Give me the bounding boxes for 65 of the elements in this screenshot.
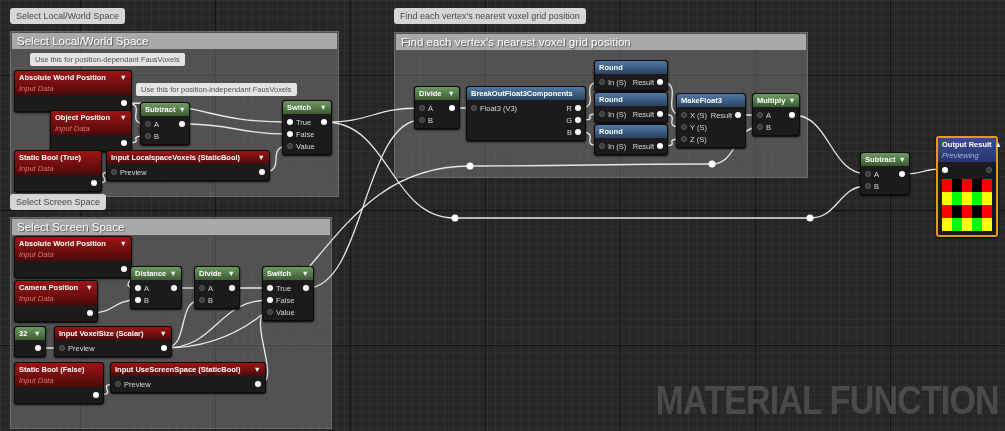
output-pin[interactable] [255,381,261,387]
output-pin[interactable] [121,100,127,106]
output-pin[interactable] [171,285,177,291]
input-pin[interactable] [199,297,205,303]
comment-bubble: Select Local/World Space [10,8,125,24]
input-pin[interactable] [419,117,425,123]
input-pin[interactable] [111,169,117,175]
output-pin[interactable] [303,285,309,291]
input-pin[interactable] [757,124,763,130]
reroute-node[interactable] [806,214,814,222]
input-pin[interactable] [599,143,605,149]
input-pin[interactable] [267,309,273,315]
output-pin[interactable] [91,180,97,186]
input-pin[interactable] [145,121,151,127]
output-pin[interactable] [575,117,581,123]
input-pin[interactable] [757,112,763,118]
output-pin[interactable] [121,140,127,146]
input-pin[interactable] [267,297,273,303]
output-pin[interactable] [161,345,167,351]
input-pin[interactable] [419,105,425,111]
output-pin[interactable] [259,169,265,175]
input-pin[interactable] [145,133,151,139]
input-pin[interactable] [599,111,605,117]
input-pin[interactable] [942,167,948,173]
output-pin[interactable] [657,79,663,85]
comment-title: Select Screen Space [12,219,330,235]
comment-bubble: Select Screen Space [10,194,107,210]
output-pin[interactable] [93,392,99,398]
output-pin[interactable] [899,171,905,177]
output-pin[interactable] [229,285,235,291]
input-pin[interactable] [135,297,141,303]
input-pin[interactable] [865,171,871,177]
input-pin[interactable] [287,119,293,125]
input-pin[interactable] [599,79,605,85]
input-pin[interactable] [115,381,121,387]
output-pin[interactable] [321,119,327,125]
comment-title: Select Local/World Space [12,33,337,49]
input-pin[interactable] [267,285,273,291]
input-pin[interactable] [59,345,65,351]
reroute-node[interactable] [451,214,459,222]
comment-title: Find each vertex's nearest voxel grid position [396,34,806,50]
output-pin[interactable] [575,105,581,111]
input-pin[interactable] [681,124,687,130]
output-pin[interactable] [789,112,795,118]
input-pin[interactable] [287,143,293,149]
output-pin[interactable] [657,111,663,117]
comment-bubble: Find each vertex's nearest voxel grid position [394,8,586,24]
output-pin[interactable] [87,310,93,316]
input-pin[interactable] [681,112,687,118]
output-pin[interactable] [121,266,127,272]
input-pin[interactable] [471,105,477,111]
output-pin[interactable] [575,129,581,135]
preview-drawing [942,179,992,231]
input-pin[interactable] [135,285,141,291]
output-pin[interactable] [179,121,185,127]
reroute-node[interactable] [708,160,716,168]
input-pin[interactable] [287,131,293,137]
input-pin[interactable] [865,183,871,189]
input-pin[interactable] [681,136,687,142]
output-pin[interactable] [657,143,663,149]
output-pin[interactable] [449,105,455,111]
output-pin[interactable] [35,345,41,351]
output-pin[interactable] [735,112,741,118]
input-pin[interactable] [199,285,205,291]
reroute-node[interactable] [466,162,474,170]
